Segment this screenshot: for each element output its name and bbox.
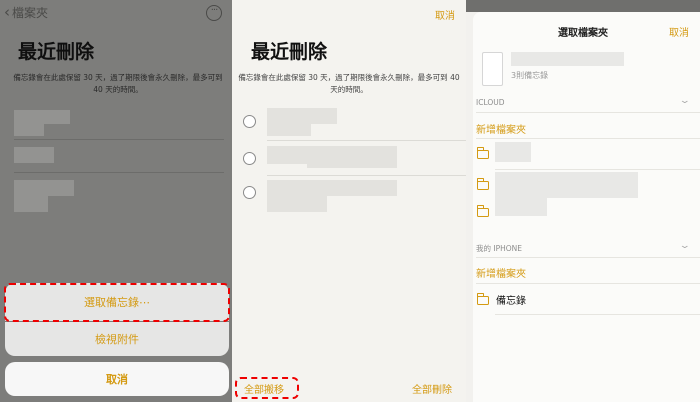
note-thumbnail-icon (482, 52, 503, 86)
chevron-left-icon: ‹ (4, 3, 10, 21)
retention-description: 備忘錄會在此處保留 30 天，過了期限後會永久刪除，最多可到 40 天的時間。 (13, 73, 223, 94)
section-header-iphone: 我的 IPHONE (476, 244, 523, 253)
divider (476, 138, 700, 139)
notes-recently-deleted-edit: 取消 最近刪除 備忘錄會在此處保留 30 天，過了期限後會永久刪除，最多可到 4… (232, 0, 466, 402)
delete-all-button[interactable]: 全部刪除 (412, 381, 452, 396)
note-title-blurred (511, 52, 624, 66)
nav-bar: ‹ 檔案夾 ··· (0, 0, 232, 30)
radio-icon[interactable] (243, 115, 256, 128)
folder-item-notes[interactable]: 備忘錄 (496, 292, 526, 307)
folder-icon (476, 178, 489, 190)
note-preview-blurred (267, 180, 397, 196)
note-preview-blurred (267, 124, 311, 136)
folder-icon (476, 293, 489, 305)
folder-icon (476, 205, 489, 217)
highlight-box (235, 377, 299, 399)
cancel-button[interactable]: 取消 (669, 24, 689, 39)
divider (495, 169, 700, 170)
divider (476, 112, 700, 113)
note-preview-blurred (267, 108, 337, 124)
folder-name-blurred[interactable] (495, 198, 547, 216)
note-preview-blurred (267, 146, 307, 164)
sheet-title: 選取檔案夾 (558, 28, 608, 39)
chevron-down-icon[interactable]: ⌄ (679, 96, 691, 106)
note-preview-blurred (14, 180, 74, 196)
page-title: 最近刪除 (18, 41, 95, 63)
divider (495, 314, 700, 315)
chevron-down-icon[interactable]: ⌄ (679, 241, 691, 251)
divider (267, 140, 466, 141)
radio-icon[interactable] (243, 186, 256, 199)
more-icon[interactable]: ··· (206, 5, 222, 21)
divider (267, 175, 466, 176)
divider (14, 172, 224, 173)
retention-description: 備忘錄會在此處保留 30 天，過了期限後會永久刪除，最多可到 40 天的時間。 (238, 73, 460, 94)
page-title: 最近刪除 (251, 41, 328, 63)
folder-icon (476, 147, 489, 159)
cancel-button[interactable]: 取消 (5, 362, 229, 396)
folder-name-blurred[interactable] (495, 172, 638, 198)
highlight-box (4, 283, 230, 322)
note-count: 3則備忘錄 (511, 71, 549, 80)
note-preview-blurred (14, 196, 48, 212)
divider (14, 139, 224, 140)
note-preview-blurred (267, 196, 327, 212)
radio-icon[interactable] (243, 152, 256, 165)
dimmed-background (466, 0, 700, 12)
note-preview-blurred (14, 124, 44, 136)
back-button[interactable]: ‹ 檔案夾 (4, 4, 48, 21)
new-folder-button-iphone[interactable]: 新增檔案夾 (476, 265, 526, 280)
section-header-icloud: ICLOUD (476, 98, 505, 107)
choose-folder-sheet: 選取檔案夾 取消 3則備忘錄 ICLOUD ⌄ 新增檔案夾 我的 IPHONE … (466, 0, 700, 402)
view-attachments-button[interactable]: 檢視附件 (5, 322, 229, 356)
note-preview-blurred (307, 146, 397, 168)
folder-name-blurred[interactable] (495, 142, 531, 162)
divider (476, 257, 700, 258)
new-folder-button-icloud[interactable]: 新增檔案夾 (476, 121, 526, 136)
back-label: 檔案夾 (12, 6, 49, 20)
divider (476, 283, 700, 284)
note-preview-blurred (14, 110, 70, 124)
notes-recently-deleted-dimmed: ‹ 檔案夾 ··· 最近刪除 備忘錄會在此處保留 30 天，過了期限後會永久刪除… (0, 0, 232, 402)
note-preview-blurred (14, 147, 54, 163)
cancel-button[interactable]: 取消 (435, 7, 455, 22)
